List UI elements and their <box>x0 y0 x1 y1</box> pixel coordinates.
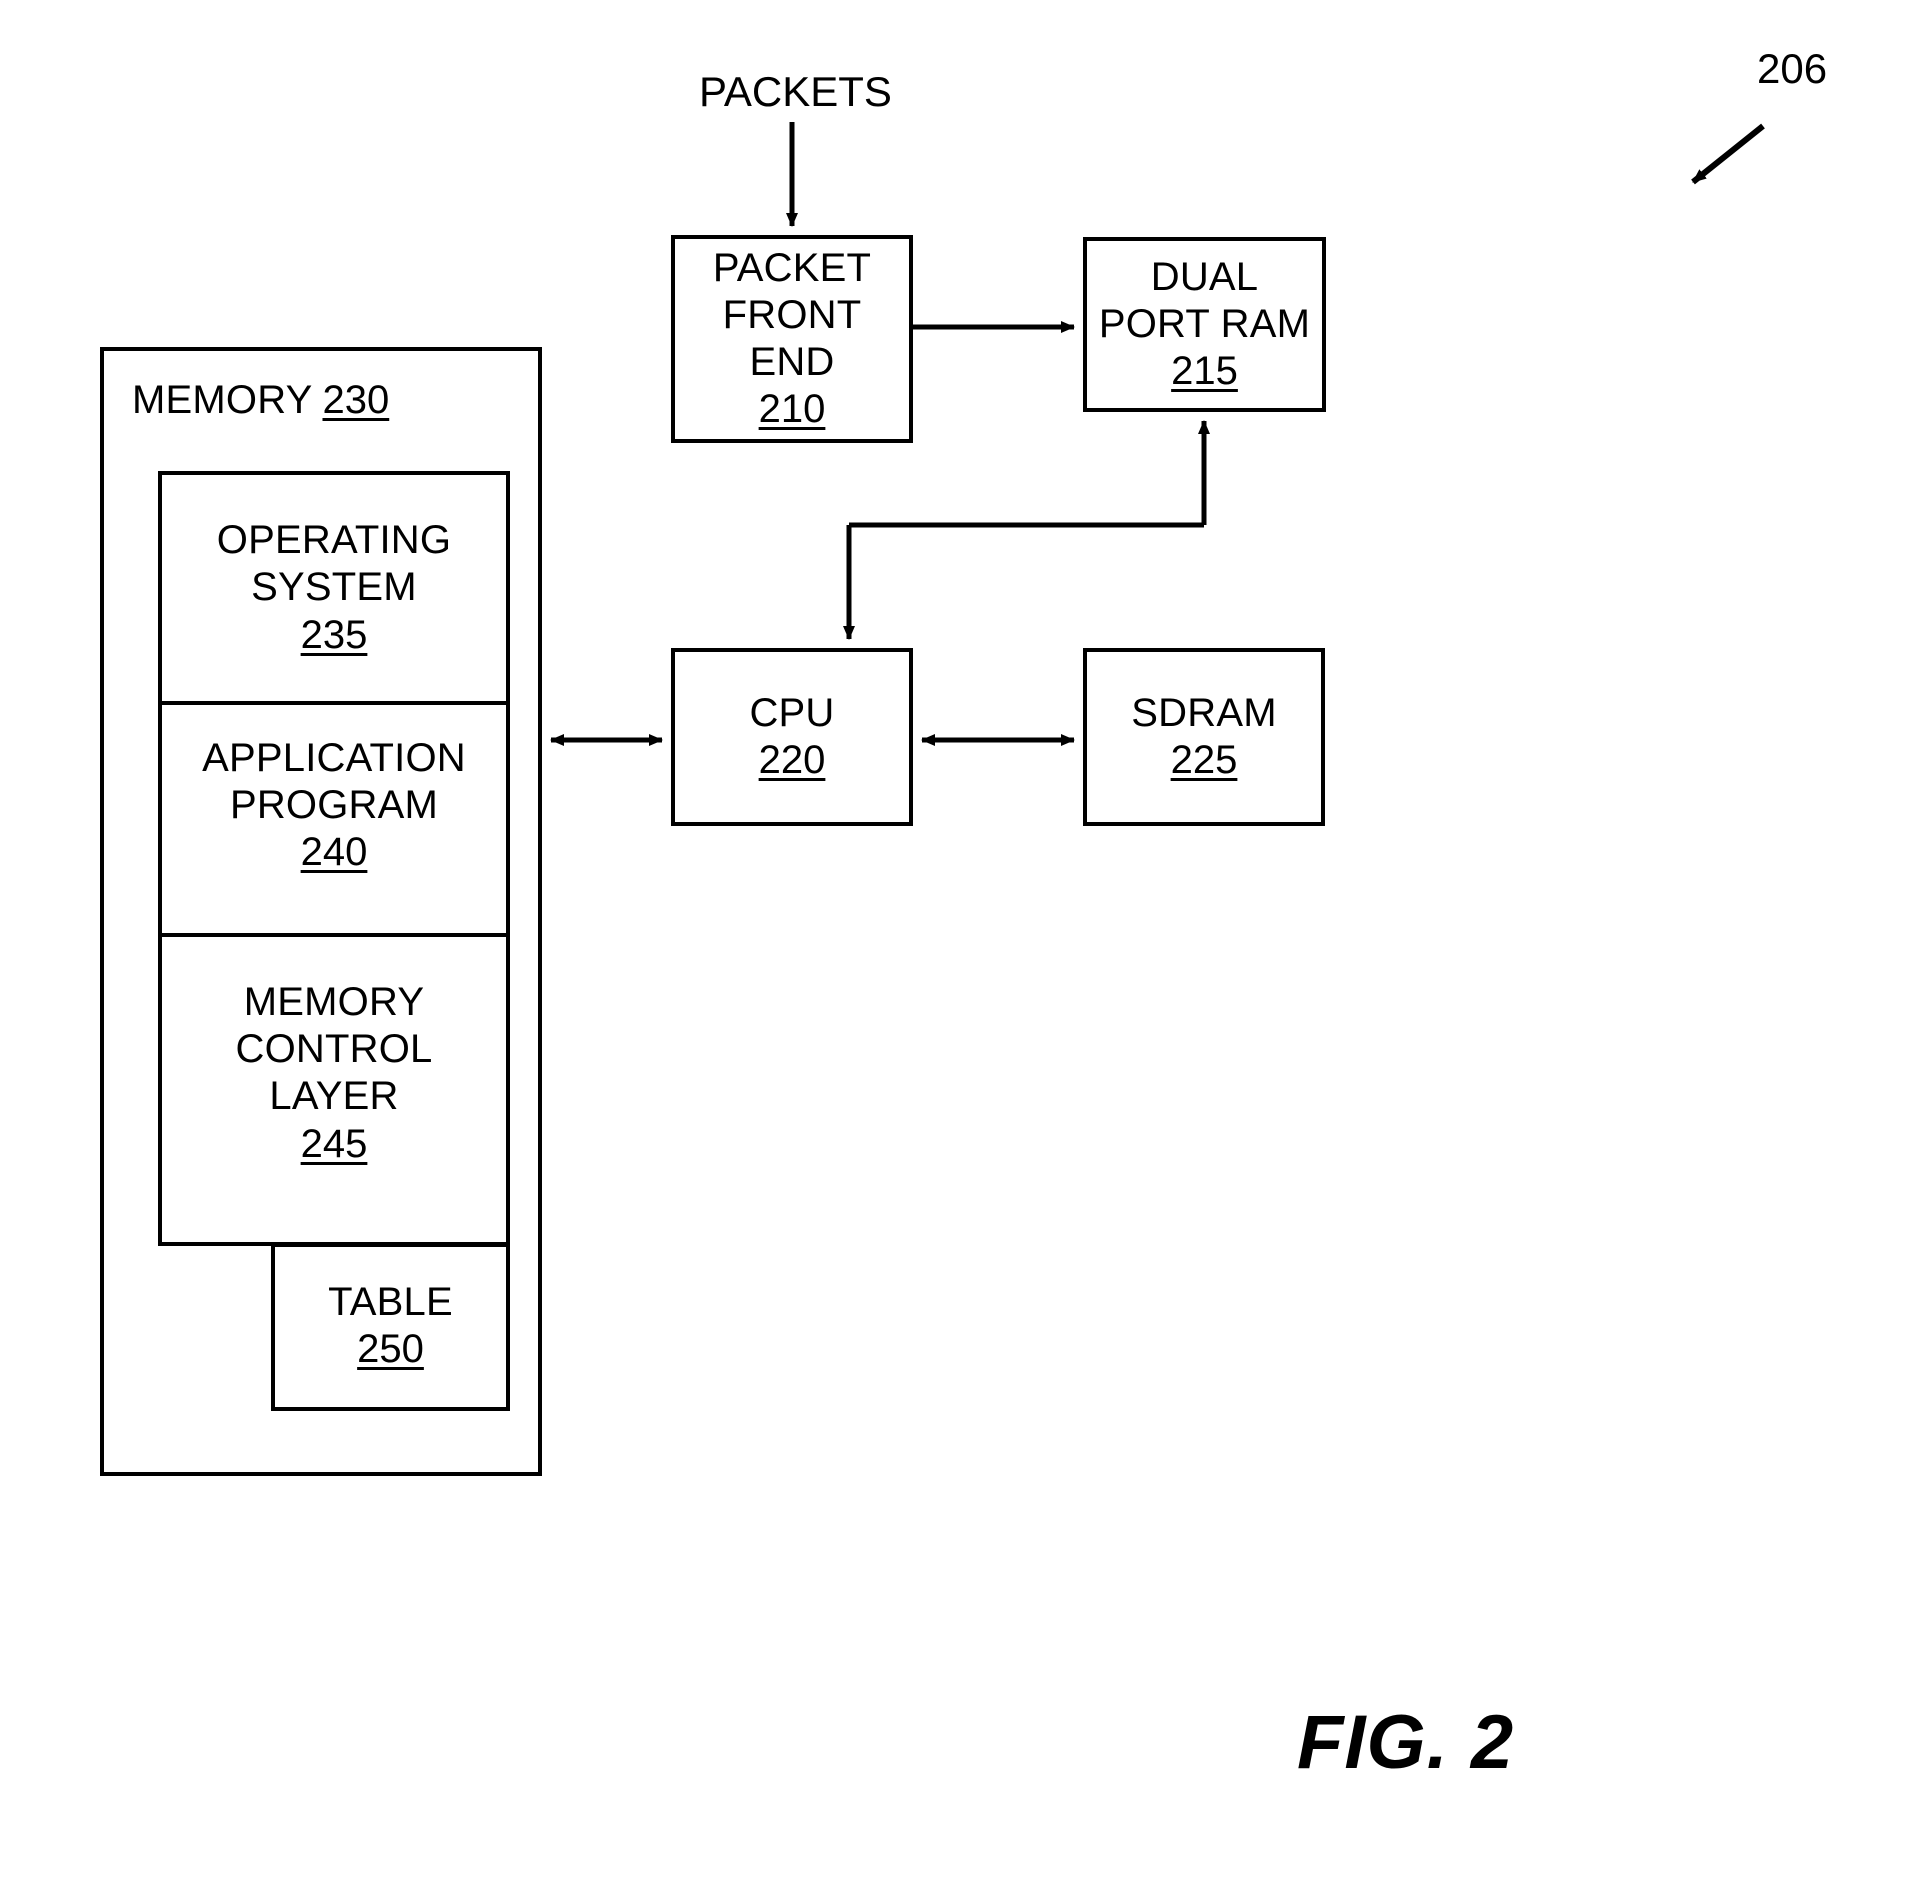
packet-front-end-label: PACKET FRONT END <box>712 245 872 384</box>
connector-system-ref-pointer <box>1691 123 1765 185</box>
sdram-block: SDRAM 225 <box>1083 648 1325 826</box>
application-program-label: APPLICATION PROGRAM <box>202 736 466 828</box>
packets-input-label: PACKETS <box>699 68 892 115</box>
memory-ref: 230 <box>322 378 390 422</box>
memory-label: MEMORY <box>132 378 313 422</box>
table-ref: 250 <box>357 1327 424 1372</box>
packet-front-end-block: PACKET FRONT END 210 <box>671 235 913 443</box>
patent-figure: PACKETS 206 MEMORY 230 OPERATING SYSTEM … <box>0 0 1905 1885</box>
sdram-ref: 225 <box>1170 738 1238 782</box>
memory-control-layer-label: MEMORY CONTROL LAYER <box>235 980 433 1119</box>
sdram-label: SDRAM <box>1131 690 1277 735</box>
dual-port-ram-label: DUAL PORT RAM <box>1098 254 1311 346</box>
table-label: TABLE <box>328 1280 453 1324</box>
memory-block-title: MEMORY 230 <box>132 377 389 424</box>
cpu-block: CPU 220 <box>671 648 913 826</box>
memory-contents-stack: OPERATING SYSTEM 235 APPLICATION PROGRAM… <box>158 471 510 1246</box>
dual-port-ram-block: DUAL PORT RAM 215 <box>1083 237 1326 412</box>
system-reference-number: 206 <box>1757 45 1828 92</box>
packet-front-end-ref: 210 <box>758 387 826 432</box>
dual-port-ram-ref: 215 <box>1171 349 1238 394</box>
memory-control-layer-block: MEMORY CONTROL LAYER 245 <box>162 937 506 1242</box>
operating-system-ref: 235 <box>300 612 368 657</box>
memory-control-layer-ref: 245 <box>300 1121 368 1166</box>
application-program-block: APPLICATION PROGRAM 240 <box>162 705 506 937</box>
cpu-label: CPU <box>749 690 835 735</box>
operating-system-block: OPERATING SYSTEM 235 <box>162 475 506 705</box>
connector-cpu-to-dual-port-ram <box>843 420 1210 640</box>
cpu-ref: 220 <box>758 738 826 782</box>
operating-system-label: OPERATING SYSTEM <box>216 518 452 610</box>
application-program-ref: 240 <box>300 830 368 875</box>
table-block: TABLE 250 <box>271 1243 510 1411</box>
figure-caption: FIG. 2 <box>1297 1700 1515 1785</box>
